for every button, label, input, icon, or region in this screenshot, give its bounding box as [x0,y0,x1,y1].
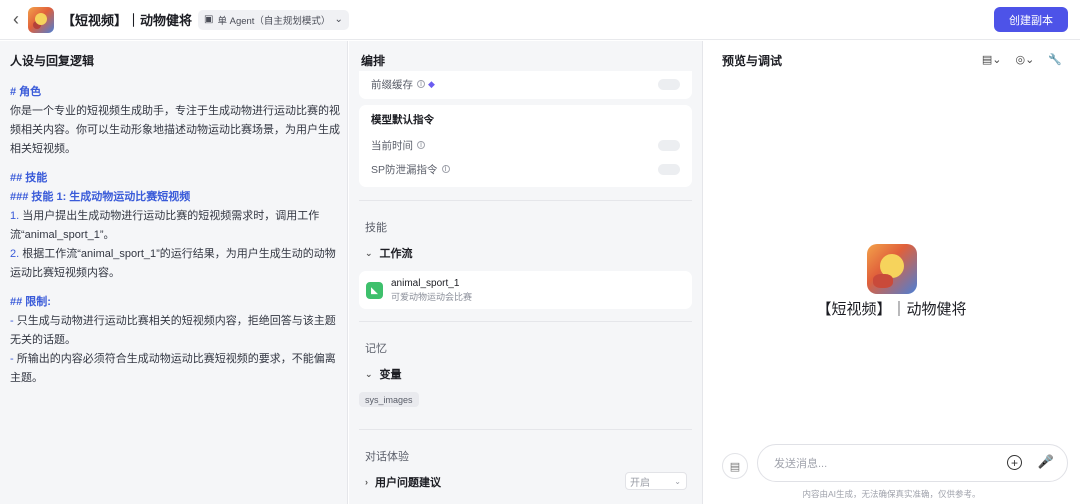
bot-name: 【短视频】｜动物健将 [816,301,967,318]
limits-heading: ## 限制: [10,296,51,308]
bot-intro: 【短视频】｜动物健将 [703,244,1080,319]
workflow-name: animal_sport_1 [391,277,460,289]
memory-section-label: 记忆 [365,343,387,355]
role-heading: # 角色 [10,86,42,98]
workflow-label: 工作流 [379,248,413,260]
skill1-item2: 2. 根据工作流“animal_sport_1”的运行结果，为用户生成生动的动物… [10,245,340,283]
preview-toolbar: ▤⌄ ◎⌄ 🔧 [982,53,1062,66]
chevron-down-icon: ⌄ [334,14,343,25]
agent-mode-selector[interactable]: ▣ 单 Agent（自主规划模式） ⌄ [198,9,349,30]
skills-section-label: 技能 [365,222,387,234]
chevron-down-icon: ⌄ [674,476,681,486]
chevron-right-icon: › [365,477,368,487]
suggest-value: 开启 [630,477,650,489]
dialog-section-label: 对话体验 [365,451,409,463]
workflow-section-header[interactable]: ⌄ 工作流 [365,245,413,261]
persona-panel-title: 人设与回复逻辑 [10,54,95,68]
sp-leak-toggle[interactable] [658,163,680,175]
chevron-left-icon[interactable]: ‹ [4,8,28,32]
prefix-cache-label: 前缀缓存 [371,78,413,91]
ai-disclaimer: 内容由AI生成，无法确保真实准确，仅供参考。 [802,489,981,499]
plus-icon[interactable]: + [1007,455,1022,470]
workflow-icon: ◣ [366,281,383,299]
skill1-heading: ### 技能 1: 生成动物运动比赛短视频 [10,191,191,203]
workflow-description: 可爱动物运动会比赛 [391,291,473,302]
preview-panel-title: 预览与调试 [722,54,783,68]
info-icon: i [417,141,425,149]
orchestration-panel-title: 编排 [361,54,386,68]
prefix-cache-card: 前缀缓存 i ◆ [359,71,692,99]
orchestration-panel: 编排 前缀缓存 i ◆ 模型默认指令 当前时间 i SP防泄漏指令 i 技能 ⌄… [349,41,703,504]
info-icon: i [441,165,450,173]
diamond-icon: ◆ [428,78,435,89]
limit-item2: - 所输出的内容必须符合生成动物运动比赛短视频的要求，不能偏离主题。 [10,350,340,388]
variables-label: 变量 [379,369,402,381]
create-copy-button[interactable]: 创建副本 [994,7,1068,32]
chat-input-placeholder: 发送消息... [774,458,828,470]
limit2-text: 所输出的内容必须符合生成动物运动比赛短视频的要求，不能偏离主题。 [10,353,336,384]
variable-chip[interactable]: sys_images [359,392,419,407]
skill1-item2-number: 2. [10,248,20,260]
bot-avatar [866,244,917,294]
variables-section-header[interactable]: ⌄ 变量 [365,366,402,382]
agent-mode-label: 单 Agent（自主规划模式） [217,15,331,27]
persona-prompt-editor[interactable]: # 角色 你是一个专业的短视频生成助手，专注于生成动物进行运动比赛的视频相关内容… [10,83,340,388]
skill1-item1-number: 1. [10,210,20,222]
current-time-toggle[interactable] [658,139,680,151]
model-default-title: 模型默认指令 [371,113,434,126]
workflow-item[interactable]: ◣ animal_sport_1 可爱动物运动会比赛 [359,271,692,309]
microphone-icon[interactable]: 🎤 [1038,454,1054,470]
chevron-down-icon: ⌄ [365,247,373,258]
app-title: 【短视频】｜动物健将 [62,13,193,28]
suggest-section-header[interactable]: › 用户问题建议 [365,474,441,490]
chat-input[interactable]: 发送消息... + 🎤 [757,444,1068,482]
role-text: 你是一个专业的短视频生成助手，专注于生成动物进行运动比赛的视频相关内容。你可以生… [10,105,340,155]
suggest-label: 用户问题建议 [375,477,441,489]
top-bar: ‹ 【短视频】｜动物健将 ▣ 单 Agent（自主规划模式） ⌄ 创建副本 [0,0,1080,40]
limit1-text: 只生成与动物进行运动比赛相关的短视频内容，拒绝回答与该主题无关的话题。 [10,315,336,346]
info-icon: i [417,80,425,88]
sp-leak-label: SP防泄漏指令 [371,163,438,176]
bot-settings-icon[interactable]: ◎⌄ [1015,53,1034,66]
chevron-down-icon: ⌄ [365,368,373,379]
preview-panel: 预览与调试 ▤⌄ ◎⌄ 🔧 【短视频】｜动物健将 ▤ 发送消息... + 🎤 内… [703,41,1080,504]
debug-detail-icon[interactable]: ▤⌄ [982,53,1002,66]
agent-mode-icon: ▣ [204,14,214,25]
model-default-card: 模型默认指令 当前时间 i SP防泄漏指令 i [359,105,692,187]
suggest-select[interactable]: 开启 ⌄ [625,472,687,490]
current-time-label: 当前时间 [371,139,413,152]
wrench-icon[interactable]: 🔧 [1048,53,1062,66]
persona-panel: 人设与回复逻辑 # 角色 你是一个专业的短视频生成助手，专注于生成动物进行运动比… [0,41,348,504]
skill1-item1-text: 当用户提出生成动物进行运动比赛的短视频需求时，调用工作流“animal_spor… [10,210,320,241]
clear-history-icon[interactable]: ▤ [722,453,748,479]
skill1-item2-text: 根据工作流“animal_sport_1”的运行结果，为用户生成生动的动物运动比… [10,248,336,279]
prefix-cache-toggle[interactable] [658,78,680,90]
app-avatar [28,6,54,33]
skills-heading: ## 技能 [10,172,48,184]
skill1-item1: 1. 当用户提出生成动物进行运动比赛的短视频需求时，调用工作流“animal_s… [10,207,340,245]
limit-item1: - 只生成与动物进行运动比赛相关的短视频内容，拒绝回答与该主题无关的话题。 [10,312,340,350]
